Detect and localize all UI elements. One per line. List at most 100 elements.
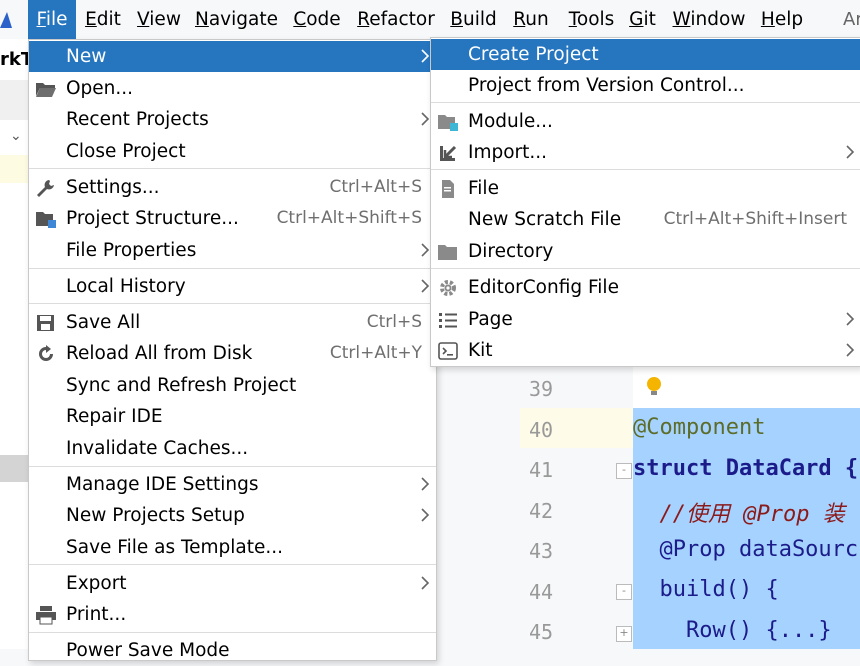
line-number: 45 xyxy=(529,620,554,644)
menu-navigate[interactable]: Navigate xyxy=(189,0,284,39)
menu-tools[interactable]: Tools xyxy=(558,0,625,39)
chevron-right-icon xyxy=(421,279,430,293)
highlighted-row xyxy=(0,155,28,183)
folder-open-icon xyxy=(35,79,57,99)
list-icon xyxy=(437,310,459,330)
code-line: build() { xyxy=(633,577,779,602)
menu-separator xyxy=(29,564,436,565)
menu-item-export[interactable]: Export xyxy=(29,568,436,599)
menu-item-page[interactable]: Page xyxy=(431,304,860,335)
shortcut-label: Ctrl+Alt+Shift+Insert xyxy=(663,209,847,229)
menu-view[interactable]: View xyxy=(132,0,186,39)
menu-item-recent-projects[interactable]: Recent Projects xyxy=(29,104,436,135)
menu-item-file-properties[interactable]: File Properties xyxy=(29,235,436,266)
menu-label-rest: iew xyxy=(149,9,181,30)
fold-toggle-icon[interactable]: - xyxy=(616,463,632,479)
menu-mnemonic: T xyxy=(568,9,577,30)
menu-item-label: Project Structure... xyxy=(66,208,239,229)
menu-label-rest: it xyxy=(643,9,656,30)
menu-build[interactable]: Build xyxy=(444,0,503,39)
menu-run[interactable]: Run xyxy=(507,0,555,39)
project-structure-icon xyxy=(35,209,57,229)
menu-item-label: Open... xyxy=(66,78,134,99)
menu-item-save-all[interactable]: Save All Ctrl+S xyxy=(29,307,436,338)
menu-item-kit[interactable]: Kit xyxy=(431,335,860,366)
app-logo-icon xyxy=(0,12,12,28)
menu-item-print[interactable]: Print... xyxy=(29,599,436,630)
chevron-down-icon[interactable]: ⌄ xyxy=(10,128,22,144)
menu-item-directory[interactable]: Directory xyxy=(431,236,860,267)
menu-edit[interactable]: Edit xyxy=(79,0,127,39)
menu-item-label: Directory xyxy=(468,241,554,262)
menu-item-new[interactable]: New xyxy=(29,41,436,72)
menu-item-import[interactable]: Import... xyxy=(431,137,860,168)
chevron-right-icon xyxy=(421,49,430,63)
lightbulb-icon[interactable] xyxy=(646,376,662,398)
menu-label-rest: dit xyxy=(96,9,121,30)
menu-label-rest: ools xyxy=(576,9,615,30)
menu-item-label: Sync and Refresh Project xyxy=(66,375,297,396)
menu-help[interactable]: Help xyxy=(755,0,809,39)
menu-refactor[interactable]: Refactor xyxy=(352,0,440,39)
chevron-right-icon xyxy=(421,243,430,257)
menu-item-repair-ide[interactable]: Repair IDE xyxy=(29,401,436,432)
menu-item-new-projects-setup[interactable]: New Projects Setup xyxy=(29,500,436,531)
menu-item-label: Close Project xyxy=(66,141,186,162)
menu-item-power-save-mode[interactable]: Power Save Mode xyxy=(29,635,436,666)
code-line: struct DataCard { xyxy=(633,455,859,481)
menu-label-rest: indow xyxy=(690,9,746,30)
menu-item-save-file-as-template[interactable]: Save File as Template... xyxy=(29,532,436,563)
menu-item-open[interactable]: Open... xyxy=(29,73,436,104)
line-number: 40 xyxy=(529,417,554,442)
gear-icon xyxy=(437,278,459,298)
menu-code[interactable]: Code xyxy=(287,0,347,39)
menu-item-label: Save File as Template... xyxy=(66,537,284,558)
chevron-right-icon xyxy=(421,576,430,590)
menu-item-label: Repair IDE xyxy=(66,406,163,427)
shortcut-label: Ctrl+Alt+Y xyxy=(329,343,422,363)
import-icon xyxy=(437,143,459,163)
menu-item-reload-all-from-disk[interactable]: Reload All from Disk Ctrl+Alt+Y xyxy=(29,338,436,369)
menu-mnemonic: V xyxy=(137,9,150,30)
menu-item-editorconfig-file[interactable]: EditorConfig File xyxy=(431,272,860,303)
menu-item-new-scratch-file[interactable]: New Scratch File Ctrl+Alt+Shift+Insert xyxy=(431,204,860,235)
fold-toggle-icon[interactable]: - xyxy=(616,584,632,600)
menu-item-module[interactable]: Module... xyxy=(431,106,860,137)
menu-bar: File Edit View Navigate Code Refactor Build Run… xyxy=(0,0,860,39)
menu-item-project-structure[interactable]: Project Structure... Ctrl+Alt+Shift+S xyxy=(29,203,436,234)
menu-item-label: File xyxy=(468,178,499,199)
menu-item-manage-ide-settings[interactable]: Manage IDE Settings xyxy=(29,469,436,500)
save-icon xyxy=(35,313,57,333)
folder-icon xyxy=(437,242,459,262)
menu-item-label: Save All xyxy=(66,312,141,333)
menu-item-local-history[interactable]: Local History xyxy=(29,271,436,302)
chevron-right-icon xyxy=(846,343,855,357)
menu-git[interactable]: Git xyxy=(623,0,662,39)
fold-toggle-icon[interactable]: + xyxy=(616,626,632,642)
menu-separator xyxy=(431,268,860,269)
menu-item-label: Export xyxy=(66,573,127,594)
menu-item-sync-and-refresh-project[interactable]: Sync and Refresh Project xyxy=(29,370,436,401)
menu-item-label: New Scratch File xyxy=(468,209,622,230)
shortcut-label: Ctrl+Alt+S xyxy=(329,177,422,197)
menu-window[interactable]: Window xyxy=(666,0,752,39)
menu-label-rest: ile xyxy=(45,9,68,30)
menu-item-label: Print... xyxy=(66,604,127,625)
menu-mnemonic: W xyxy=(672,9,691,30)
menu-item-create-project[interactable]: Create Project xyxy=(431,39,860,70)
menu-item-label: Invalidate Caches... xyxy=(66,438,249,459)
menu-item-file[interactable]: File xyxy=(431,173,860,204)
menu-item-close-project[interactable]: Close Project xyxy=(29,136,436,167)
menu-item-project-from-version-control[interactable]: Project from Version Control... xyxy=(431,70,860,101)
line-number: 44 xyxy=(529,579,554,604)
menu-item-invalidate-caches[interactable]: Invalidate Caches... xyxy=(29,433,436,464)
menu-label-rest: un xyxy=(525,9,549,30)
menu-file[interactable]: File xyxy=(28,0,76,39)
chevron-right-icon xyxy=(421,112,430,126)
shortcut-label: Ctrl+Alt+Shift+S xyxy=(276,208,422,228)
new-submenu: Create Project Project from Version Contr… xyxy=(430,37,860,367)
wrench-icon xyxy=(35,178,57,198)
menu-item-label: Recent Projects xyxy=(66,109,209,130)
menu-item-settings[interactable]: Settings... Ctrl+Alt+S xyxy=(29,172,436,203)
line-number: 41 xyxy=(529,458,554,482)
